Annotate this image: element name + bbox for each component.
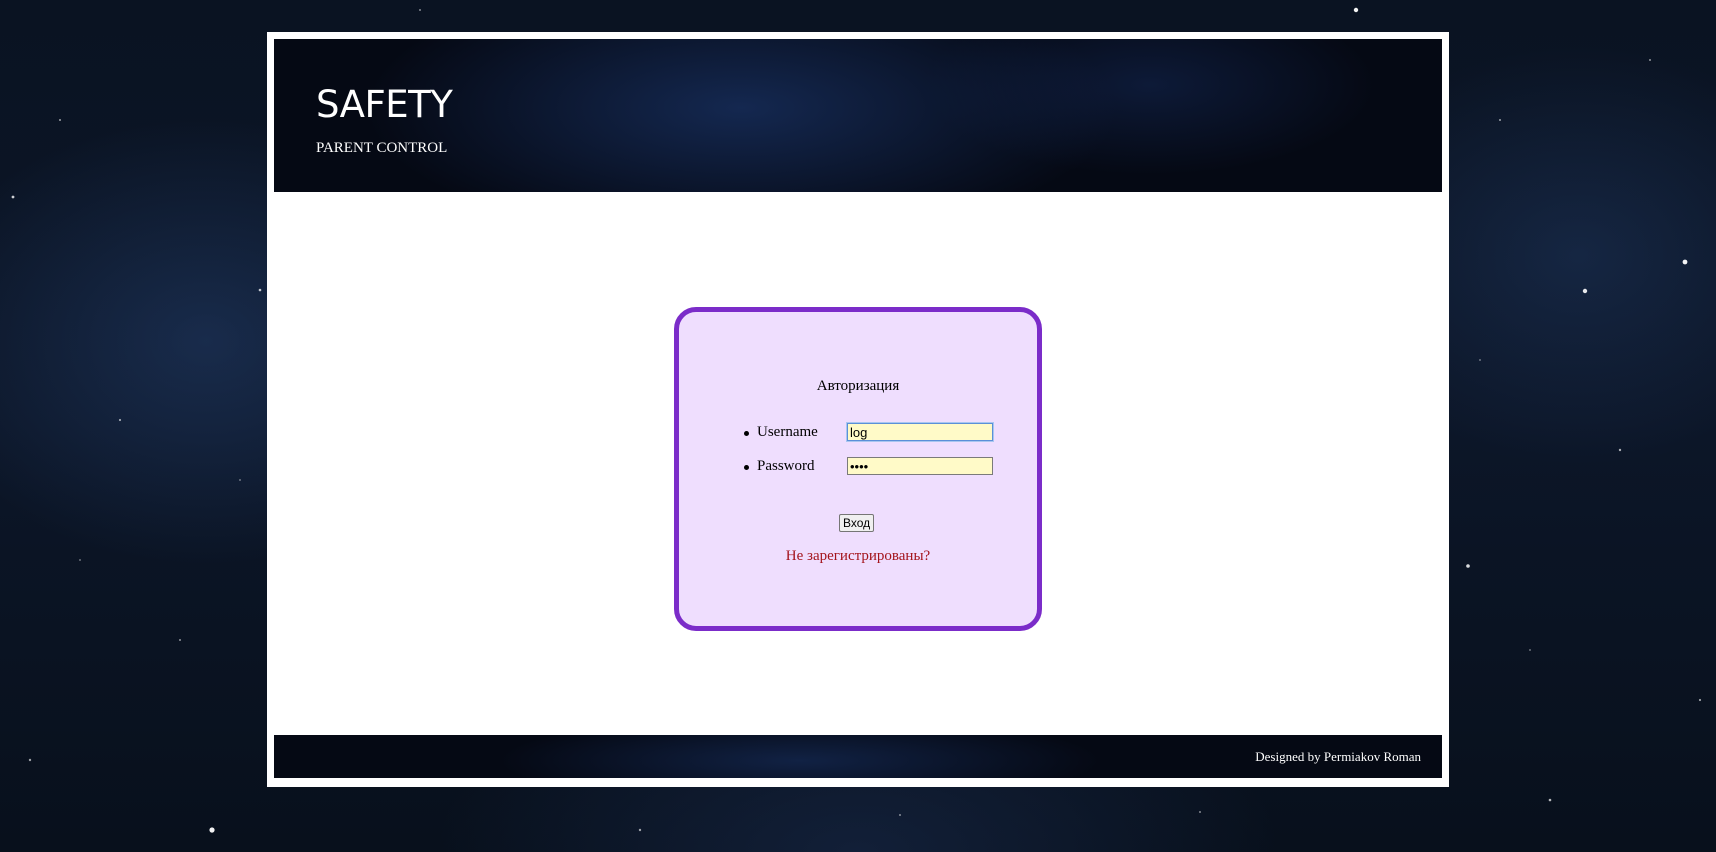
password-input[interactable] — [847, 457, 993, 475]
login-title: Авторизация — [816, 378, 900, 394]
login-panel: Авторизация Username Password Вход Не за… — [674, 307, 1042, 631]
username-input[interactable] — [847, 423, 993, 441]
site-footer: Designed by Permiakov Roman — [274, 735, 1442, 778]
bullet-icon — [744, 431, 749, 436]
page-frame: SAFETY PARENT CONTROL Авторизация Userna… — [267, 32, 1449, 787]
site-subtitle: PARENT CONTROL — [316, 140, 448, 156]
bullet-icon — [744, 465, 749, 470]
footer-credit: Designed by Permiakov Roman — [1255, 749, 1421, 764]
login-button[interactable]: Вход — [839, 514, 875, 532]
username-label: Username — [757, 424, 818, 440]
site-header: SAFETY PARENT CONTROL — [274, 39, 1442, 192]
password-row: Password — [679, 457, 1037, 479]
site-title: SAFETY — [316, 83, 453, 126]
username-row: Username — [679, 423, 1037, 445]
password-label: Password — [757, 458, 815, 474]
register-link[interactable]: Не зарегистрированы? — [679, 548, 1037, 565]
